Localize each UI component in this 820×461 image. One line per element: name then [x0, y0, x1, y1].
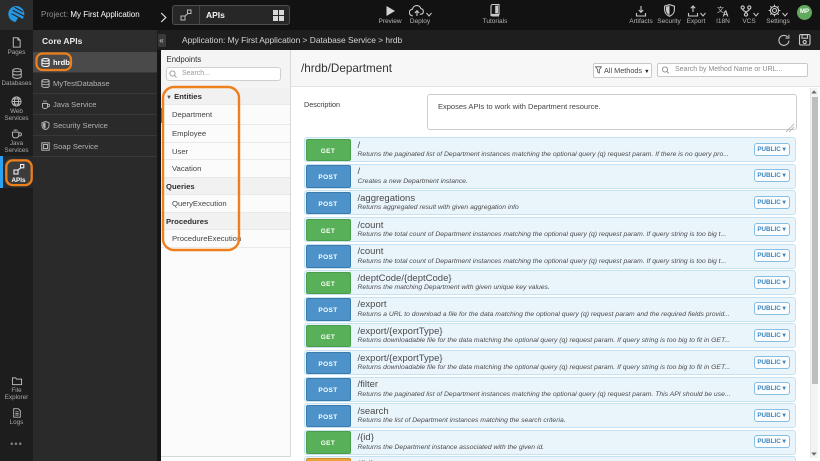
svg-text:A: A	[722, 9, 728, 18]
